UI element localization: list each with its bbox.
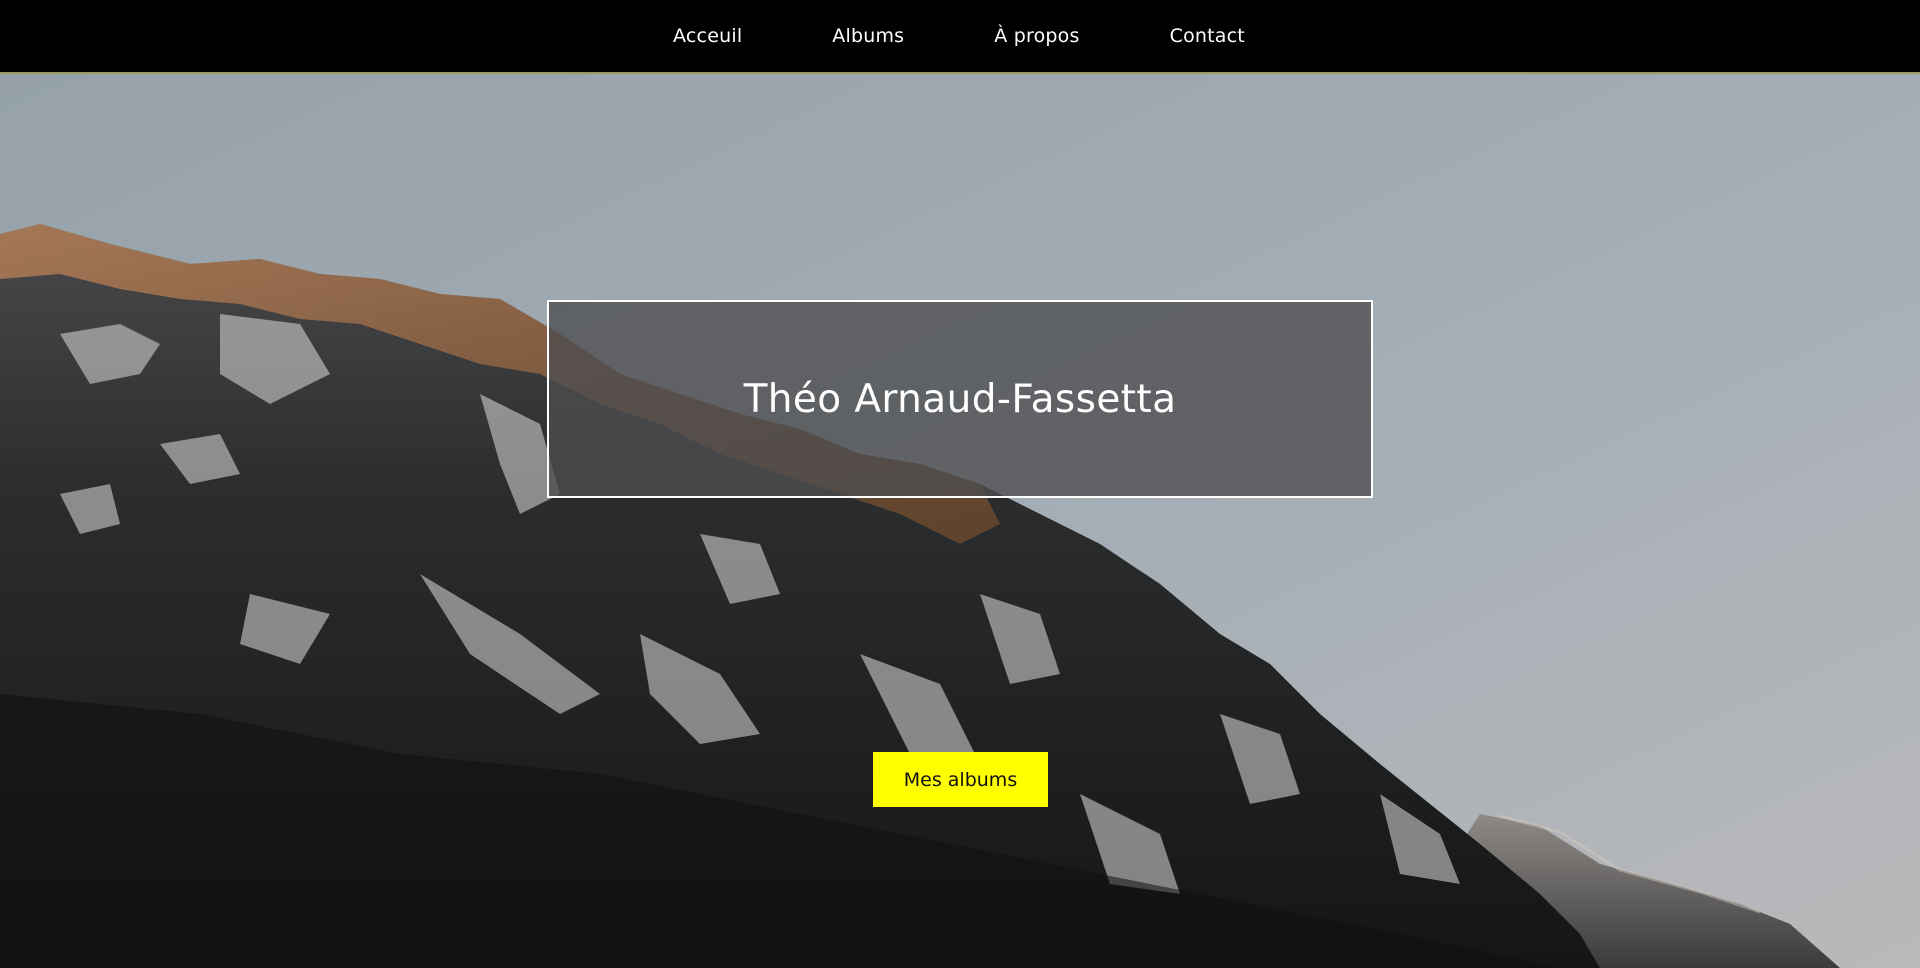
nav-link-a-propos[interactable]: À propos (949, 0, 1124, 73)
title-box: Théo Arnaud-Fassetta (547, 300, 1373, 498)
my-albums-button[interactable]: Mes albums (873, 752, 1048, 807)
hero-section: Théo Arnaud-Fassetta Mes albums (0, 74, 1920, 968)
site-owner-name: Théo Arnaud-Fassetta (743, 376, 1177, 422)
nav-link-albums[interactable]: Albums (787, 0, 949, 73)
top-navbar: Acceuil Albums À propos Contact (0, 0, 1920, 74)
nav-link-contact[interactable]: Contact (1125, 0, 1290, 73)
hero-background-photo (0, 74, 1920, 968)
nav-link-acceuil[interactable]: Acceuil (628, 0, 787, 73)
nav-list: Acceuil Albums À propos Contact (628, 0, 1290, 73)
